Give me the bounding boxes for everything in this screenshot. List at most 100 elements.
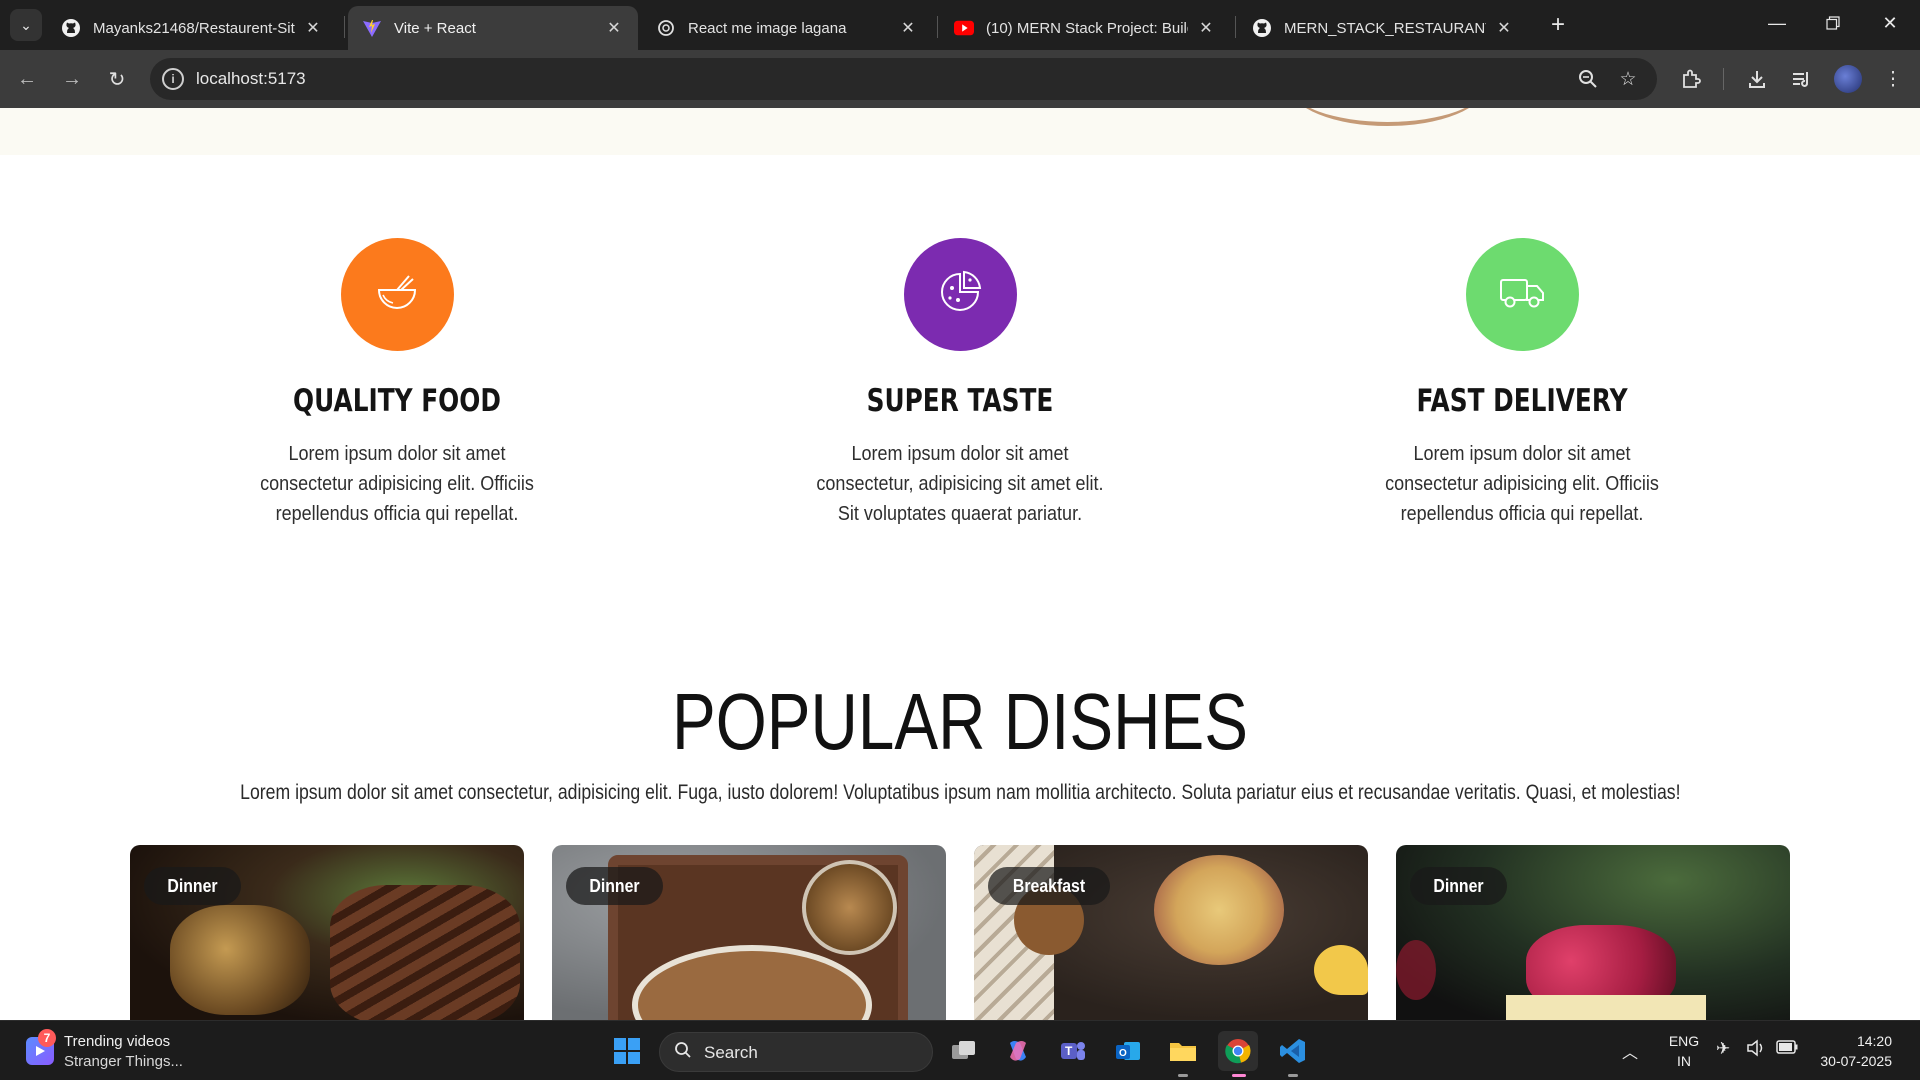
widgets-title: Trending videos xyxy=(64,1033,171,1050)
download-icon[interactable] xyxy=(1744,66,1770,92)
dish-card[interactable]: Breakfast xyxy=(974,845,1368,1020)
feature-quality-food: QUALITY FOOD Lorem ipsum dolor sit amet … xyxy=(187,238,607,529)
back-arrow-icon[interactable]: ← xyxy=(10,62,44,96)
dish-category-badge: Dinner xyxy=(566,867,664,905)
dish-image-hummus xyxy=(1154,855,1284,965)
dish-image xyxy=(170,905,310,1015)
popular-dishes-subtitle-wrap: Lorem ipsum dolor sit amet consectetur, … xyxy=(0,781,1920,805)
feature-quality-food-circle xyxy=(340,238,454,351)
svg-text:T: T xyxy=(1065,1044,1073,1058)
taskbar-search-label: Search xyxy=(704,1043,758,1062)
task-view-icon[interactable] xyxy=(944,1031,984,1071)
dish-card[interactable]: Dinner xyxy=(552,845,946,1020)
popular-dishes-heading-wrap: POPULAR DISHES xyxy=(0,676,1920,772)
widgets-subtitle: Stranger Things... xyxy=(64,1053,183,1070)
feature-text: Lorem ipsum dolor sit amet consectetur, … xyxy=(816,443,1104,525)
clock-date: 30-07-2025 xyxy=(1820,1053,1892,1069)
minimize-icon[interactable]: — xyxy=(1757,8,1797,38)
tab-title: Vite + React xyxy=(394,19,476,37)
close-tab-icon[interactable]: ✕ xyxy=(1494,18,1514,38)
chrome-icon[interactable] xyxy=(1218,1031,1258,1071)
bookmark-star-icon[interactable]: ☆ xyxy=(1616,67,1640,91)
dish-card[interactable]: Dinner xyxy=(130,845,524,1020)
feature-super-taste-circle xyxy=(903,238,1017,351)
clock-time: 14:20 xyxy=(1856,1033,1892,1049)
show-hidden-icons-chevron-icon[interactable]: ︿ xyxy=(1622,1039,1638,1063)
more-menu-icon[interactable]: ⋮ xyxy=(1880,66,1906,92)
feature-fast-delivery: FAST DELIVERY Lorem ipsum dolor sit amet… xyxy=(1312,238,1732,529)
feature-super-taste: SUPER TASTE Lorem ipsum dolor sit amet c… xyxy=(750,238,1170,529)
tab-divider xyxy=(344,16,345,38)
dish-image-walnuts xyxy=(802,860,897,955)
address-bar-url[interactable]: localhost:5173 xyxy=(196,69,306,89)
tab-title: Mayanks21468/Restaurent-Site xyxy=(93,19,295,37)
widgets-button[interactable]: 7 Trending videos Stranger Things... xyxy=(22,1029,222,1075)
windows-start-icon[interactable] xyxy=(607,1031,647,1071)
close-tab-icon[interactable]: ✕ xyxy=(303,18,323,38)
dish-image-cake xyxy=(1506,995,1706,1020)
file-explorer-icon[interactable] xyxy=(1163,1031,1203,1071)
tab-title: (10) MERN Stack Project: Build a xyxy=(986,19,1188,37)
teams-icon[interactable]: T xyxy=(1053,1031,1093,1071)
copilot-icon[interactable] xyxy=(998,1031,1038,1071)
tab-restaurent-site[interactable]: Mayanks21468/Restaurent-Site ✕ xyxy=(47,6,337,50)
forward-arrow-icon[interactable]: → xyxy=(55,62,89,96)
dish-card[interactable]: Dinner xyxy=(1396,845,1790,1020)
hero-section-bottom xyxy=(0,108,1920,155)
tab-vite-react[interactable]: Vite + React ✕ xyxy=(348,6,638,50)
volume-icon[interactable] xyxy=(1746,1039,1766,1062)
vscode-icon[interactable] xyxy=(1273,1031,1313,1071)
reload-icon[interactable]: ↻ xyxy=(100,62,134,96)
page-viewport: QUALITY FOOD Lorem ipsum dolor sit amet … xyxy=(0,108,1920,1020)
tab-youtube[interactable]: (10) MERN Stack Project: Build a ✕ xyxy=(940,6,1230,50)
taskbar-search[interactable]: Search xyxy=(659,1032,933,1072)
dish-image-lemon xyxy=(1314,945,1368,995)
zoom-icon[interactable] xyxy=(1576,67,1600,91)
github-icon xyxy=(1252,18,1272,38)
widgets-badge: 7 xyxy=(38,1029,56,1047)
tab-mern-restaurant[interactable]: MERN_STACK_RESTAURANT_RE ✕ xyxy=(1238,6,1528,50)
tab-search-chevron-icon[interactable]: ⌄ xyxy=(10,9,42,41)
profile-avatar[interactable] xyxy=(1834,65,1862,93)
dish-category-badge: Dinner xyxy=(1410,867,1508,905)
popular-dishes-title: POPULAR DISHES xyxy=(672,677,1248,766)
system-clock[interactable]: 14:20 30-07-2025 xyxy=(1812,1031,1892,1071)
battery-icon[interactable] xyxy=(1776,1039,1798,1059)
tab-title: MERN_STACK_RESTAURANT_RE xyxy=(1284,19,1486,37)
window-close-icon[interactable]: ✕ xyxy=(1870,8,1910,38)
address-bar[interactable]: i localhost:5173 ☆ xyxy=(150,58,1657,100)
tab-react-image[interactable]: React me image lagana ✕ xyxy=(642,6,932,50)
extensions-puzzle-icon[interactable] xyxy=(1678,66,1704,92)
language-code: ENG xyxy=(1668,1033,1700,1049)
airplane-mode-icon[interactable]: ✈ xyxy=(1716,1039,1730,1059)
chatgpt-icon xyxy=(656,18,676,38)
toolbar-divider xyxy=(1723,68,1724,90)
tab-title: React me image lagana xyxy=(688,19,847,37)
close-tab-icon[interactable]: ✕ xyxy=(604,18,624,38)
hero-plate-image xyxy=(1290,108,1485,126)
new-tab-plus-icon[interactable]: + xyxy=(1543,10,1573,40)
svg-text:O: O xyxy=(1119,1048,1127,1059)
browser-toolbar: ← → ↻ i localhost:5173 ☆ ⋮ xyxy=(0,50,1920,108)
pizza-icon xyxy=(936,268,984,321)
active-indicator xyxy=(1232,1074,1246,1077)
truck-icon xyxy=(1497,268,1547,321)
dish-image-steak xyxy=(330,885,520,1020)
close-tab-icon[interactable]: ✕ xyxy=(898,18,918,38)
vite-icon xyxy=(362,18,382,38)
language-indicator[interactable]: ENG IN xyxy=(1664,1031,1704,1071)
github-icon xyxy=(61,18,81,38)
dish-category-badge: Dinner xyxy=(144,867,242,905)
browser-tab-strip: ⌄ Mayanks21468/Restaurent-Site ✕ Vite + … xyxy=(0,0,1920,50)
feature-text: Lorem ipsum dolor sit amet consectetur a… xyxy=(1385,443,1659,525)
media-control-icon[interactable] xyxy=(1788,66,1814,92)
feature-fast-delivery-circle xyxy=(1465,238,1579,351)
bowl-icon xyxy=(373,268,421,321)
restore-icon[interactable] xyxy=(1813,8,1853,38)
site-info-icon[interactable]: i xyxy=(162,68,184,90)
outlook-icon[interactable]: O xyxy=(1108,1031,1148,1071)
close-tab-icon[interactable]: ✕ xyxy=(1196,18,1216,38)
language-region: IN xyxy=(1677,1053,1691,1069)
youtube-icon xyxy=(954,18,974,38)
windows-taskbar: 7 Trending videos Stranger Things... Sea… xyxy=(0,1020,1920,1080)
